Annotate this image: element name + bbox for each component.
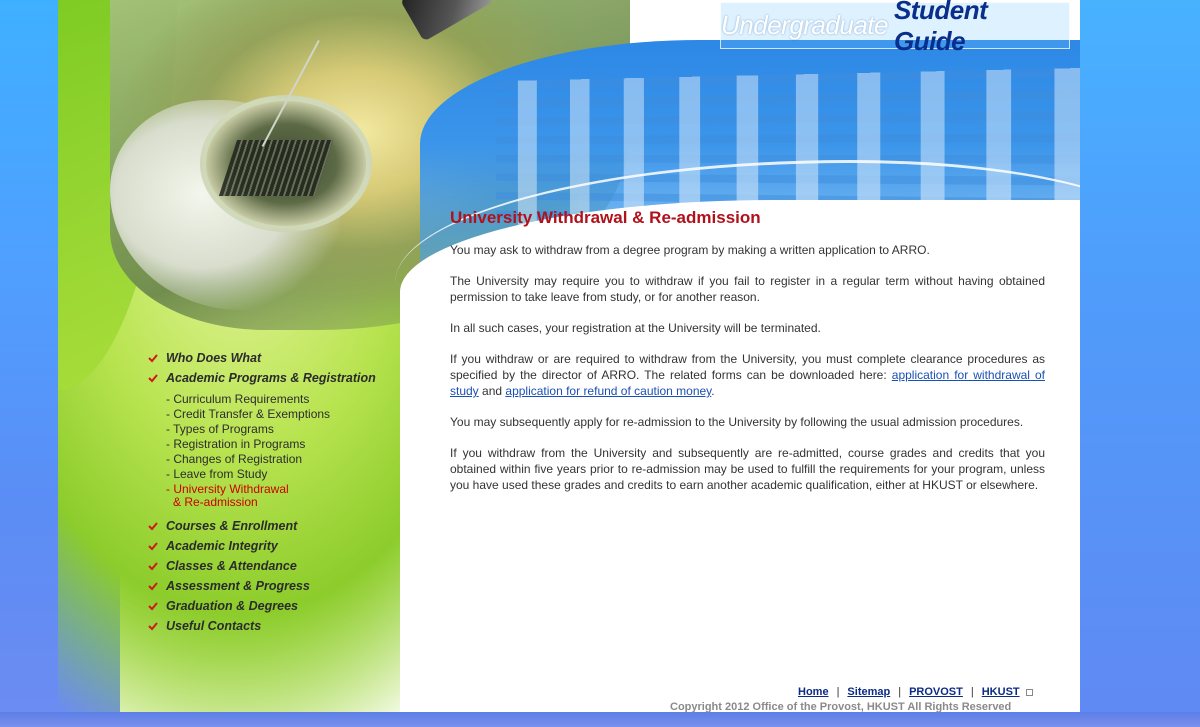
paragraph-4-end: .	[711, 384, 715, 398]
footer-sitemap-link[interactable]: Sitemap	[847, 686, 890, 698]
external-link-icon	[1025, 688, 1033, 696]
nav-item-useful-contacts[interactable]: Useful Contacts	[148, 616, 398, 636]
bottom-band	[0, 712, 1200, 727]
site-title-bold: Student Guide	[893, 0, 988, 56]
refund-form-link[interactable]: application for refund of caution money	[505, 384, 711, 398]
nav-label: Classes & Attendance	[166, 559, 297, 573]
page-title: University Withdrawal & Re-admission	[450, 208, 761, 227]
nav-item-academic-programs[interactable]: Academic Programs & Registration	[148, 368, 398, 388]
subnav-registration-in-programs[interactable]: - Registration in Programs	[166, 437, 398, 452]
nav-item-classes-attendance[interactable]: Classes & Attendance	[148, 556, 398, 576]
subnav-credit-transfer[interactable]: - Credit Transfer & Exemptions	[166, 407, 398, 422]
paragraph-3: In all such cases, your registration at …	[450, 321, 821, 335]
subnav-curriculum-requirements[interactable]: - Curriculum Requirements	[166, 392, 398, 407]
checkmark-icon	[148, 581, 158, 591]
subnav-leave-from-study[interactable]: - Leave from Study	[166, 467, 398, 482]
paragraph-4-and: and	[478, 384, 506, 398]
subnav-types-of-programs[interactable]: - Types of Programs	[166, 422, 398, 437]
paragraph-1: You may ask to withdraw from a degree pr…	[450, 243, 930, 257]
nav-item-who-does-what[interactable]: Who Does What	[148, 348, 398, 368]
checkmark-icon	[148, 541, 158, 551]
paragraph-6: If you withdraw from the University and …	[450, 446, 1045, 492]
subnav-re-admission[interactable]: & Re-admission	[173, 495, 398, 510]
footer-home-link[interactable]: Home	[798, 686, 829, 698]
nav-item-academic-integrity[interactable]: Academic Integrity	[148, 536, 398, 556]
subnav-list: - Curriculum Requirements - Credit Trans…	[166, 392, 398, 510]
right-margin	[1080, 0, 1200, 727]
paragraph-2: The University may require you to withdr…	[450, 274, 1045, 304]
nav-label: Useful Contacts	[166, 619, 262, 633]
main-content: University Withdrawal & Re-admission You…	[450, 208, 1045, 508]
grid-chip-image	[218, 140, 334, 196]
sidebar-nav: Who Does What Academic Programs & Regist…	[148, 348, 398, 636]
checkmark-icon	[148, 601, 158, 611]
checkmark-icon	[148, 353, 158, 363]
site-title-banner[interactable]: Undergraduate Student Guide	[720, 0, 1070, 56]
nav-label: Assessment & Progress	[166, 579, 310, 593]
copyright-text: Copyright 2012 Office of the Provost, HK…	[670, 701, 1012, 713]
footer-separator: |	[898, 686, 902, 698]
checkmark-icon	[148, 621, 158, 631]
subnav-changes-of-registration[interactable]: - Changes of Registration	[166, 452, 398, 467]
nav-label: Who Does What	[166, 351, 262, 365]
nav-label: Courses & Enrollment	[166, 519, 298, 533]
paragraph-5: You may subsequently apply for re-admiss…	[450, 415, 1024, 429]
checkmark-icon	[148, 561, 158, 571]
nav-item-graduation-degrees[interactable]: Graduation & Degrees	[148, 596, 398, 616]
nav-item-assessment-progress[interactable]: Assessment & Progress	[148, 576, 398, 596]
paragraph-4: If you withdraw or are required to withd…	[450, 351, 1045, 399]
footer-hkust-link[interactable]: HKUST	[982, 686, 1020, 698]
checkmark-icon	[148, 373, 158, 383]
footer-separator: |	[836, 686, 840, 698]
footer-provost-link[interactable]: PROVOST	[909, 686, 963, 698]
site-title-light: Undergraduate	[721, 10, 888, 40]
nav-label: Academic Programs & Registration	[166, 371, 376, 385]
footer-separator: |	[970, 686, 974, 698]
nav-label: Graduation & Degrees	[166, 599, 298, 613]
checkmark-icon	[148, 521, 158, 531]
nav-item-courses-enrollment[interactable]: Courses & Enrollment	[148, 516, 398, 536]
footer-links: Home | Sitemap | PROVOST | HKUST	[798, 686, 1033, 698]
nav-label: Academic Integrity	[166, 539, 278, 553]
